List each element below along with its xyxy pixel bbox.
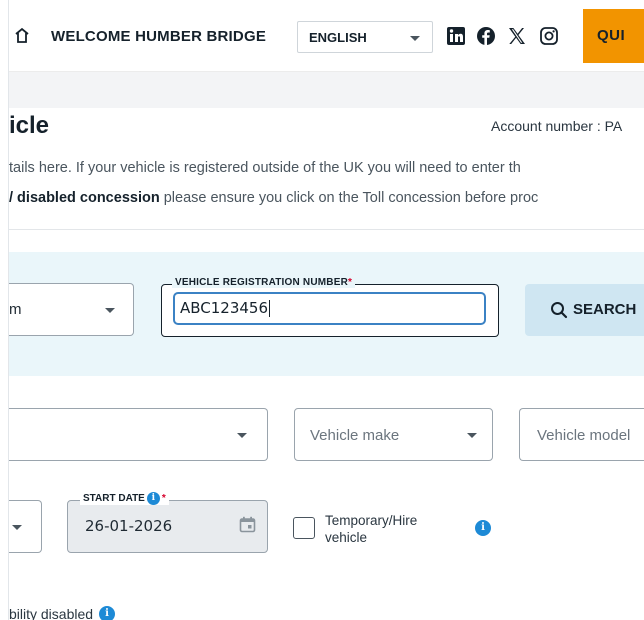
language-value: ENGLISH [309, 30, 367, 45]
vehicle-category-select[interactable] [9, 408, 268, 461]
intro-text-line-2-rest: please ensure you click on the Toll conc… [159, 190, 539, 206]
quick-pay-label: QUI [597, 27, 626, 44]
start-date-label: START DATE i * [80, 492, 169, 505]
vehicle-type-value: m [9, 301, 22, 318]
search-icon [551, 302, 568, 319]
vehicle-model-select[interactable]: Vehicle model [519, 408, 644, 461]
page-title: icle [9, 112, 50, 139]
vehicle-make-select[interactable]: Vehicle make [294, 408, 493, 461]
account-number: Account number : PA [491, 118, 623, 134]
home-icon[interactable] [15, 26, 29, 44]
required-marker: * [348, 277, 353, 288]
chevron-down-icon [410, 36, 420, 41]
vehicle-make-placeholder: Vehicle make [310, 427, 400, 444]
temporary-hire-label-line-1: Temporary/Hire [325, 513, 418, 528]
vehicle-model-placeholder: Vehicle model [537, 427, 631, 444]
calendar-icon[interactable] [239, 516, 256, 533]
search-button[interactable]: SEARCH [525, 284, 644, 336]
text-cursor [269, 300, 271, 317]
registration-label: VEHICLE REGISTRATION NUMBER* [172, 277, 356, 288]
chevron-down-icon [105, 308, 115, 313]
intro-text-line-1: tails here. If your vehicle is registere… [9, 160, 521, 176]
temporary-hire-checkbox[interactable] [293, 517, 315, 539]
info-icon[interactable]: i [146, 492, 160, 505]
intro-text-line-2: / disabled concession please ensure you … [9, 190, 538, 206]
start-date-value: 26-01-2026 [85, 517, 173, 535]
instagram-icon[interactable] [539, 26, 559, 46]
x-icon[interactable] [507, 26, 527, 46]
info-icon[interactable]: i [475, 520, 491, 536]
required-marker: * [161, 493, 166, 504]
registration-label-text: VEHICLE REGISTRATION NUMBER [175, 277, 348, 288]
vehicle-type-select[interactable]: m [9, 283, 134, 336]
chevron-down-icon [467, 433, 477, 438]
temporary-hire-label: Temporary/Hire vehicle [325, 512, 417, 546]
top-header: WELCOME HUMBER BRIDGE ENGLISH [9, 0, 644, 72]
search-button-label: SEARCH [573, 301, 637, 318]
chevron-down-icon [12, 525, 22, 530]
language-select[interactable]: ENGLISH [297, 21, 433, 53]
vehicle-class-select[interactable] [9, 500, 42, 553]
facebook-icon[interactable] [476, 26, 496, 46]
section-divider [9, 229, 644, 230]
linkedin-icon[interactable] [446, 26, 466, 46]
temporary-hire-label-line-2: vehicle [325, 530, 368, 545]
registration-value: ABC123456 [180, 299, 269, 317]
welcome-title: WELCOME HUMBER BRIDGE [51, 28, 267, 45]
mobility-disabled-row: bility disabled i [9, 606, 116, 620]
info-icon[interactable]: i [99, 606, 116, 620]
registration-input[interactable]: ABC123456 [173, 292, 486, 325]
start-date-field[interactable]: 26-01-2026 [67, 500, 268, 553]
chevron-down-icon [237, 433, 247, 438]
grey-strip [9, 72, 644, 108]
quick-pay-button[interactable]: QUI [583, 9, 644, 63]
disabled-concession-text: / disabled concession [9, 190, 160, 206]
mobility-disabled-label: bility disabled [9, 606, 94, 620]
start-date-label-text: START DATE [83, 493, 145, 504]
